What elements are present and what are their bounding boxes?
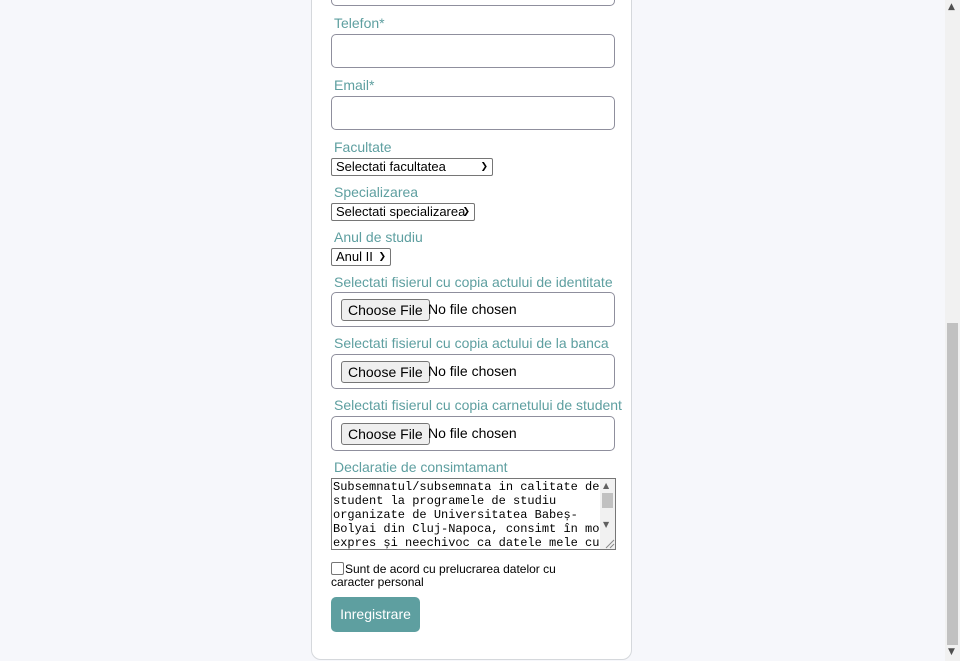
consent-declaration-text: Subsemnatul/subsemnata in calitate de st… (333, 480, 607, 550)
year-select[interactable]: Anul II ❯ (331, 248, 391, 266)
id-copy-file-status: No file chosen (428, 301, 517, 317)
textarea-scroll-thumb[interactable] (602, 493, 613, 508)
bank-copy-choose-file-button[interactable]: Choose File (341, 361, 430, 383)
student-card-file-status: No file chosen (428, 425, 517, 441)
id-copy-choose-file-button[interactable]: Choose File (341, 299, 430, 321)
scroll-up-arrow-icon[interactable]: ▲ (603, 481, 609, 490)
student-card-choose-file-button[interactable]: Choose File (341, 423, 430, 445)
resize-grip-icon[interactable] (603, 537, 615, 549)
email-input[interactable] (331, 96, 615, 130)
student-card-label: Selectati fisierul cu copia carnetului d… (334, 397, 622, 413)
bank-copy-file-status: No file chosen (428, 363, 517, 379)
specialization-select-value: Selectati specializarea (336, 204, 466, 219)
year-select-value: Anul II (336, 249, 373, 264)
bank-copy-file-input[interactable]: Choose File No file chosen (331, 354, 615, 389)
chevron-down-icon: ❯ (462, 207, 470, 217)
phone-label: Telefon* (334, 15, 385, 31)
year-label: Anul de studiu (334, 229, 423, 245)
previous-text-field[interactable] (331, 0, 615, 6)
register-button[interactable]: Inregistrare (331, 597, 420, 632)
page-scrollbar[interactable]: ▲ ▼ (945, 0, 960, 661)
email-label: Email* (334, 77, 375, 93)
specialization-label: Specializarea (334, 184, 419, 200)
faculty-select[interactable]: Selectati facultatea ❯ (331, 158, 493, 176)
consent-declaration-label: Declaratie de consimtamant (334, 459, 508, 475)
bank-copy-label: Selectati fisierul cu copia actului de l… (334, 335, 609, 351)
chevron-down-icon: ❯ (480, 162, 488, 172)
id-copy-label: Selectati fisierul cu copia actului de i… (334, 274, 613, 290)
consent-declaration-textarea[interactable]: Subsemnatul/subsemnata in calitate de st… (331, 478, 616, 550)
scroll-down-arrow-icon[interactable]: ▼ (948, 647, 955, 657)
chevron-down-icon: ❯ (378, 252, 386, 262)
scroll-up-arrow-icon[interactable]: ▲ (948, 2, 955, 12)
page-scroll-thumb[interactable] (947, 323, 958, 645)
faculty-select-value: Selectati facultatea (336, 159, 446, 174)
agree-checkbox-label: Sunt de acord cu prelucrarea datelor cu … (331, 562, 556, 589)
faculty-label: Facultate (334, 139, 392, 155)
phone-input[interactable] (331, 34, 615, 68)
student-card-file-input[interactable]: Choose File No file chosen (331, 416, 615, 451)
id-copy-file-input[interactable]: Choose File No file chosen (331, 292, 615, 327)
scroll-down-arrow-icon[interactable]: ▼ (603, 520, 609, 529)
specialization-select[interactable]: Selectati specializarea ❯ (331, 203, 475, 221)
